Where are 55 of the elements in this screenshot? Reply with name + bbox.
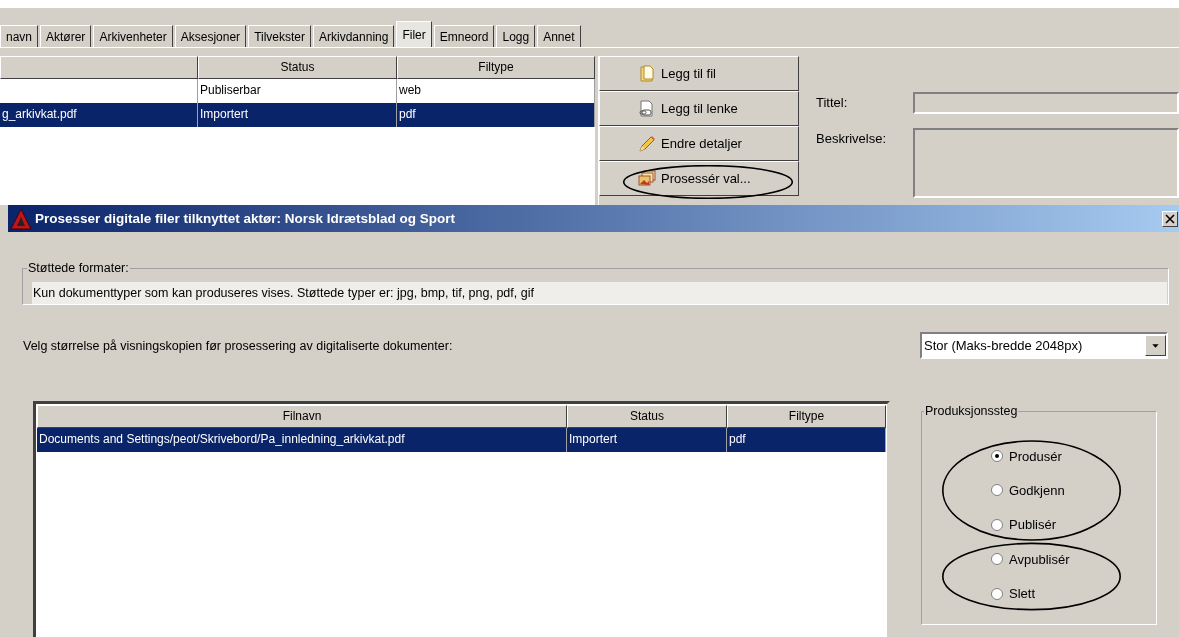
column-header[interactable]: Filnavn (37, 405, 567, 428)
field-label: Tittel: (816, 94, 849, 112)
table-cell: pdf (397, 103, 595, 127)
tab[interactable]: Annet (537, 25, 581, 47)
radio-button[interactable] (991, 518, 1003, 531)
table-cell: g_arkivkat.pdf (2, 107, 77, 121)
column-header[interactable]: Filtype (727, 405, 886, 428)
size-dropdown[interactable]: Stor (Maks-bredde 2048px) (920, 332, 1168, 359)
column-header[interactable]: Status (567, 405, 727, 428)
tab[interactable]: navn (0, 25, 39, 47)
table-cell: pdf (727, 428, 886, 452)
tab[interactable]: Tilvekster (248, 25, 312, 47)
tab[interactable]: Logg (496, 25, 536, 47)
app-logo-icon (10, 207, 32, 230)
action-button[interactable]: Endre detaljer (599, 126, 799, 161)
close-icon (1165, 213, 1175, 224)
column-header[interactable]: Status (198, 56, 397, 79)
column-header[interactable] (0, 56, 198, 79)
tab[interactable]: Emneord (433, 25, 495, 47)
close-button[interactable] (1162, 210, 1178, 227)
radio-button[interactable] (991, 450, 1003, 463)
field-label: Beskrivelse: (816, 130, 888, 148)
table-cell: Documents and Settings/peot/Skrivebord/Pa_innledning_arkivkat.pdf (37, 428, 567, 452)
action-button[interactable]: Prosessér val... (599, 161, 799, 196)
tab[interactable]: Aktører (40, 25, 92, 47)
radio-option[interactable]: Godkjenn (941, 482, 1122, 499)
table-cell: Importert (198, 103, 397, 127)
group-legend: Støttede formater: (27, 261, 130, 275)
title-field[interactable] (913, 92, 1179, 114)
radio-button[interactable] (991, 587, 1003, 600)
tab[interactable]: Filer (396, 21, 432, 47)
folder-icon (638, 64, 656, 83)
radio-button[interactable] (991, 553, 1003, 566)
action-button[interactable]: Legg til lenke (599, 91, 799, 126)
radio-option[interactable]: Produsér (941, 447, 1122, 465)
tab[interactable]: Aksesjoner (174, 25, 247, 47)
images-icon (638, 169, 656, 188)
radio-button[interactable] (991, 484, 1003, 497)
pencil-icon (638, 134, 656, 153)
size-label: Velg størrelse på visningskopien før prosessering av digitaliserte dokumenter: (23, 338, 453, 353)
document-link-icon (638, 99, 656, 118)
table-row[interactable]: Documents and Settings/peot/Skrivebord/Pa_innledning_arkivkat.pdf Importert pdf (37, 428, 886, 452)
description-field[interactable] (913, 128, 1179, 198)
table-cell: Importert (567, 428, 727, 452)
formats-info: Kun dokumenttyper som kan produseres vises. Støttede typer er: jpg, bmp, tif, png, pdf, gif (32, 282, 1167, 304)
table-row[interactable]: g_arkivkat.pdf Importert pdf (0, 103, 595, 127)
column-header[interactable]: Filtype (397, 56, 595, 79)
radio-option[interactable]: Slett (941, 585, 1122, 603)
tab[interactable]: Arkivenheter (93, 25, 173, 47)
radio-option[interactable]: Publisér (941, 516, 1122, 534)
radio-option[interactable]: Avpublisér (941, 550, 1122, 568)
group-legend: Produksjonssteg (924, 404, 1019, 418)
tab[interactable]: Arkivdanning (313, 25, 395, 47)
action-button[interactable]: Legg til fil (599, 56, 799, 91)
window-title: Prosesser digitale filer tilknyttet aktør: Norsk Idrætsblad og Sport (35, 211, 457, 226)
